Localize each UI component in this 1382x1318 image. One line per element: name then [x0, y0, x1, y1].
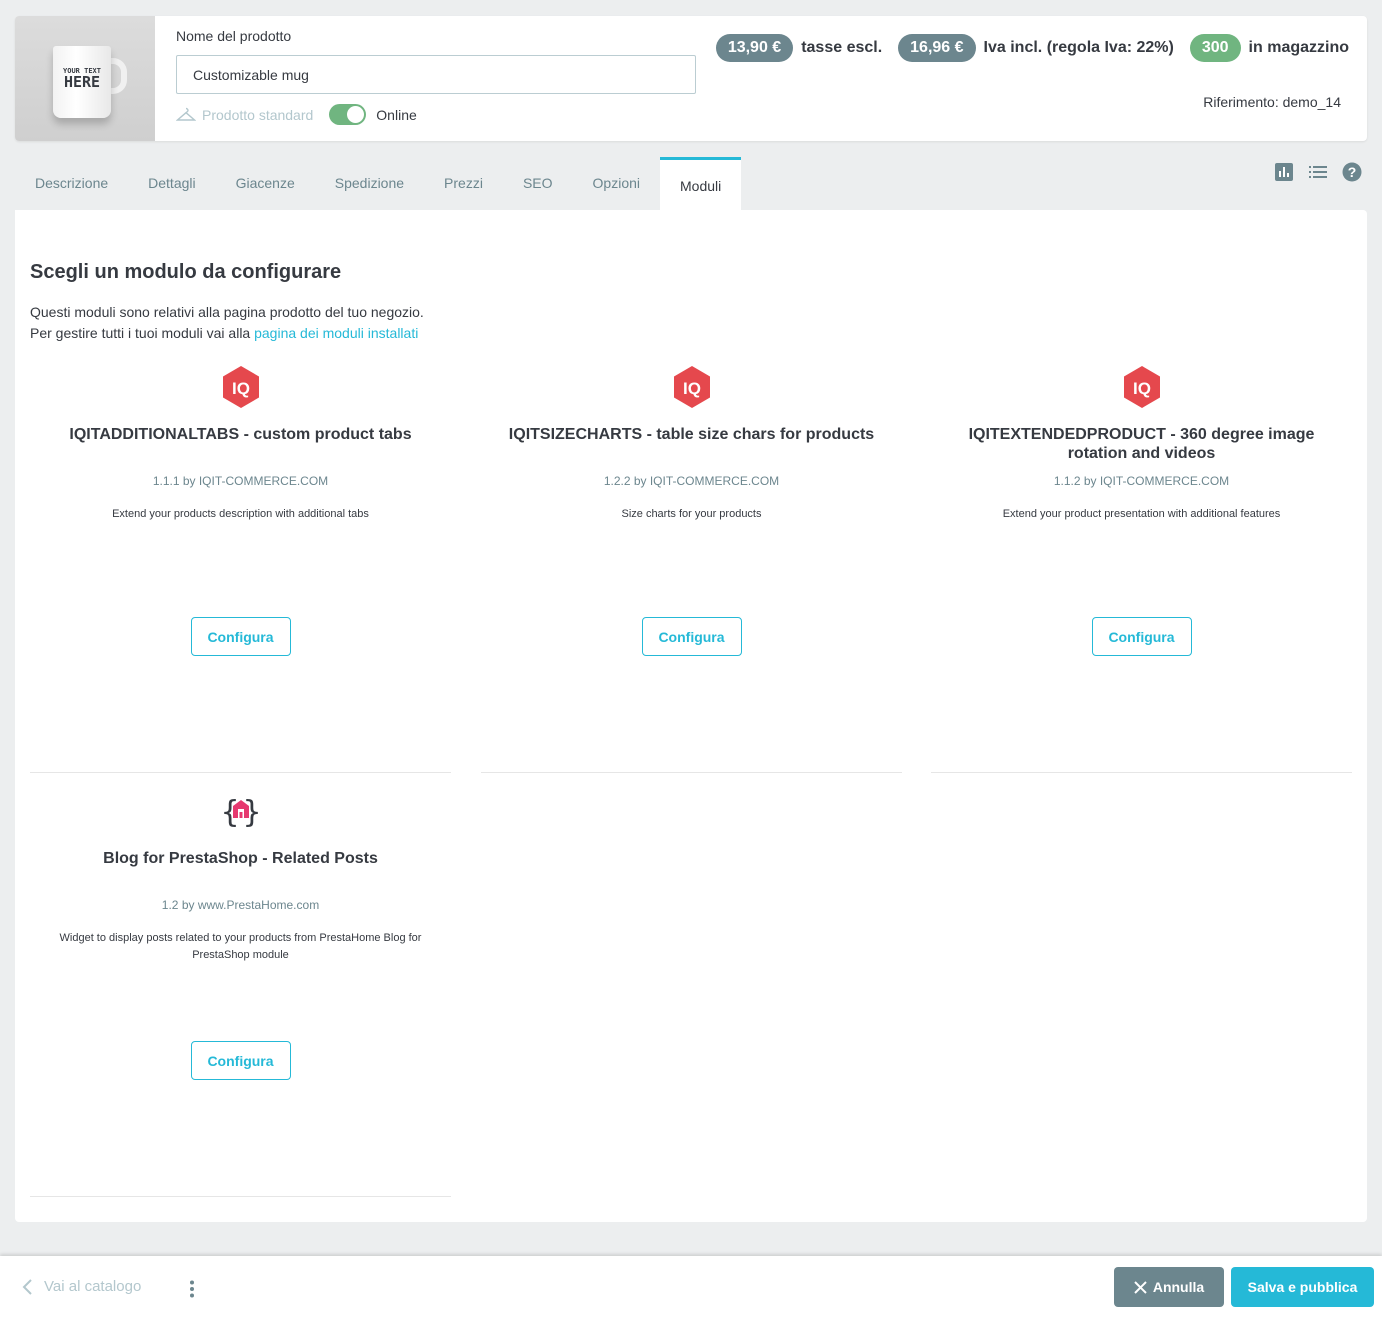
description-line2-text: Per gestire tutti i tuoi moduli vai alla [30, 325, 255, 341]
svg-text:?: ? [1348, 164, 1357, 180]
module-version: 1.2 by www.PrestaHome.com [161, 898, 320, 912]
module-description: Size charts for your products [621, 508, 762, 520]
module-card: IQ IQITADDITIONALTABS - custom product t… [30, 363, 451, 773]
module-name: Blog for PrestaShop - Related Posts [103, 850, 378, 867]
module-name: IQITEXTENDEDPRODUCT - 360 degree image r… [968, 426, 1315, 462]
module-version: 1.1.2 by IQIT-COMMERCE.COM [1053, 474, 1230, 488]
save-publish-button[interactable]: Salva e pubblica [1231, 1267, 1374, 1307]
panel-description: Questi moduli sono relativi alla pagina … [30, 302, 424, 344]
more-options-icon[interactable] [190, 1280, 194, 1298]
back-label: Vai al catalogo [44, 1278, 142, 1295]
svg-text:IQ: IQ [1133, 379, 1151, 398]
cancel-button[interactable]: Annulla [1114, 1267, 1224, 1307]
iqit-logo-icon: IQ [222, 366, 259, 408]
stats-icon[interactable] [1274, 162, 1294, 182]
stock-badge: 300 [1189, 34, 1241, 62]
module-description: Extend your products description with ad… [112, 508, 369, 520]
tab-prezzi[interactable]: Prezzi [424, 157, 503, 210]
list-icon[interactable] [1308, 162, 1328, 182]
chevron-left-icon [22, 1278, 32, 1295]
tab-spedizione[interactable]: Spedizione [315, 157, 424, 210]
cancel-label: Annulla [1152, 1279, 1205, 1295]
module-name: IQITADDITIONALTABS - custom product tabs [69, 426, 412, 443]
price-excl-badge: 13,90 € [715, 34, 794, 62]
price-summary: 13,90 € tasse escl. 16,96 € Iva incl. (r… [715, 34, 1349, 62]
module-card: IQ IQITSIZECHARTS - table size chars for… [481, 363, 902, 773]
module-version: 1.2.2 by IQIT-COMMERCE.COM [603, 474, 780, 488]
product-tabs: Descrizione Dettagli Giacenze Spedizione… [15, 157, 742, 210]
help-icon[interactable]: ? [1342, 162, 1362, 182]
product-type-label[interactable]: Prodotto standard [202, 107, 313, 123]
hanger-icon [176, 107, 196, 121]
mug-print: YOUR TEXT HERE [53, 68, 111, 90]
svg-text:IQ: IQ [232, 379, 250, 398]
module-card: IQ IQITEXTENDEDPRODUCT - 360 degree imag… [931, 363, 1352, 773]
configure-button[interactable]: Configura [190, 1041, 291, 1080]
tab-seo[interactable]: SEO [503, 157, 573, 210]
description-line1: Questi moduli sono relativi alla pagina … [30, 304, 424, 320]
module-description: Extend your product presentation with ad… [1002, 508, 1281, 520]
tab-toolbar: ? [1274, 162, 1362, 182]
iqit-logo-icon: IQ [673, 366, 710, 408]
configure-button[interactable]: Configura [641, 617, 742, 656]
installed-modules-link[interactable]: pagina dei moduli installati [254, 325, 418, 341]
iqit-logo-icon: IQ [1123, 366, 1160, 408]
close-icon [1134, 1280, 1147, 1294]
tab-descrizione[interactable]: Descrizione [15, 157, 128, 210]
module-name: IQITSIZECHARTS - table size chars for pr… [508, 426, 875, 443]
configure-button[interactable]: Configura [1091, 617, 1192, 656]
price-excl-label: tasse escl. [801, 39, 883, 56]
price-incl-badge: 16,96 € [898, 34, 976, 62]
module-version: 1.1.1 by IQIT-COMMERCE.COM [152, 474, 329, 488]
module-description: Widget to display posts related to your … [59, 932, 422, 961]
modules-panel: Scegli un modulo da configurare Questi m… [15, 210, 1367, 1222]
tab-giacenze[interactable]: Giacenze [216, 157, 315, 210]
online-label: Online [376, 106, 417, 123]
product-name-input[interactable] [176, 55, 696, 94]
product-thumbnail[interactable]: YOUR TEXT HERE [15, 16, 155, 141]
prestahome-logo-icon: { } [221, 795, 261, 830]
page-title: Scegli un modulo da configurare [30, 261, 342, 283]
mug-print-line2: HERE [63, 73, 101, 91]
tab-dettagli[interactable]: Dettagli [128, 157, 215, 210]
footer-bar: Vai al catalogo Annulla Salva e pubblica [0, 1256, 1382, 1318]
stock-label: in magazzino [1248, 39, 1349, 56]
price-incl-label: Iva incl. (regola Iva: 22%) [983, 39, 1174, 56]
description-line2: Per gestire tutti i tuoi moduli vai alla… [30, 323, 424, 344]
tab-opzioni[interactable]: Opzioni [573, 157, 660, 210]
mug-image: YOUR TEXT HERE [53, 46, 111, 118]
module-card: { } Blog for PrestaShop - Related Posts … [30, 787, 451, 1197]
product-reference: Riferimento: demo_14 [1203, 94, 1341, 110]
svg-text:IQ: IQ [683, 379, 701, 398]
product-type-row: Prodotto standard Online [176, 104, 417, 125]
product-name-label: Nome del prodotto [176, 28, 292, 44]
back-to-catalog[interactable]: Vai al catalogo [22, 1278, 141, 1295]
product-header: YOUR TEXT HERE Nome del prodotto Prodott… [15, 16, 1367, 141]
configure-button[interactable]: Configura [190, 617, 291, 656]
tab-moduli[interactable]: Moduli [660, 157, 742, 210]
online-toggle[interactable] [329, 104, 367, 125]
